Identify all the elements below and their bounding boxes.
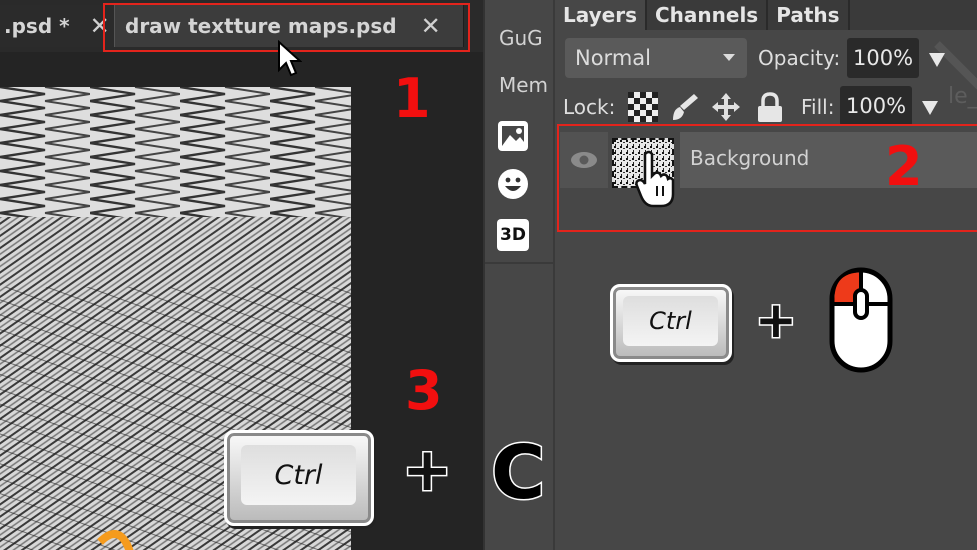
opacity-label: Opacity: [758, 46, 841, 70]
step-number-3: 3 [405, 359, 443, 422]
opacity-dropdown-arrow[interactable] [929, 53, 945, 67]
fill-dropdown-arrow[interactable] [922, 101, 938, 115]
tab-channels[interactable]: Channels [647, 0, 769, 30]
ctrl-keycap: Ctrl [224, 430, 374, 526]
emoji-icon[interactable] [497, 168, 529, 200]
c-key-letter: C [489, 430, 546, 516]
plus-sign-panel: + [754, 291, 799, 349]
ghost-text: le_s [948, 84, 977, 109]
blend-mode-value: Normal [575, 46, 651, 70]
blend-mode-select[interactable]: Normal [565, 38, 747, 78]
lock-transparency-icon[interactable] [628, 92, 658, 122]
lock-pixels-brush-icon[interactable] [670, 92, 700, 122]
3d-icon[interactable]: 3D [497, 219, 529, 251]
layers-panel: Layers Channels Paths Normal Opacity: 10… [555, 0, 977, 550]
lock-all-padlock-icon[interactable] [755, 92, 785, 122]
panel-tabs: Layers Channels Paths [555, 0, 977, 30]
ctrl-key-label: Ctrl [623, 296, 718, 346]
step-number-1: 1 [393, 67, 431, 130]
app-window: .psd * ✕ draw textture maps.psd ✕ 1 3 Ct… [0, 0, 977, 550]
tool-item-mem[interactable]: Mem [499, 73, 548, 97]
ctrl-key-label: Ctrl [241, 445, 356, 505]
document-tab-previous[interactable]: .psd * ✕ [0, 5, 118, 47]
opacity-input[interactable]: 100% [847, 38, 920, 78]
plus-sign: + [400, 435, 453, 505]
tool-separator [485, 262, 553, 264]
tab-label: .psd * [4, 14, 70, 38]
ctrl-keycap-panel: Ctrl [610, 284, 732, 362]
tool-column: GuG Mem 3D C [483, 0, 555, 550]
lock-label: Lock: [563, 95, 616, 119]
tool-item-gug[interactable]: GuG [499, 26, 543, 50]
image-icon[interactable] [497, 120, 529, 152]
step-number-2: 2 [885, 135, 923, 198]
mouse-left-click-icon [829, 267, 893, 373]
arrow-cursor-icon [278, 40, 302, 77]
fill-label: Fill: [801, 95, 835, 119]
tab-paths[interactable]: Paths [768, 0, 850, 30]
lock-position-move-icon[interactable] [711, 92, 741, 122]
tab-layers[interactable]: Layers [555, 0, 647, 30]
fill-input[interactable]: 100% [840, 86, 913, 126]
chevron-down-icon [723, 54, 735, 61]
